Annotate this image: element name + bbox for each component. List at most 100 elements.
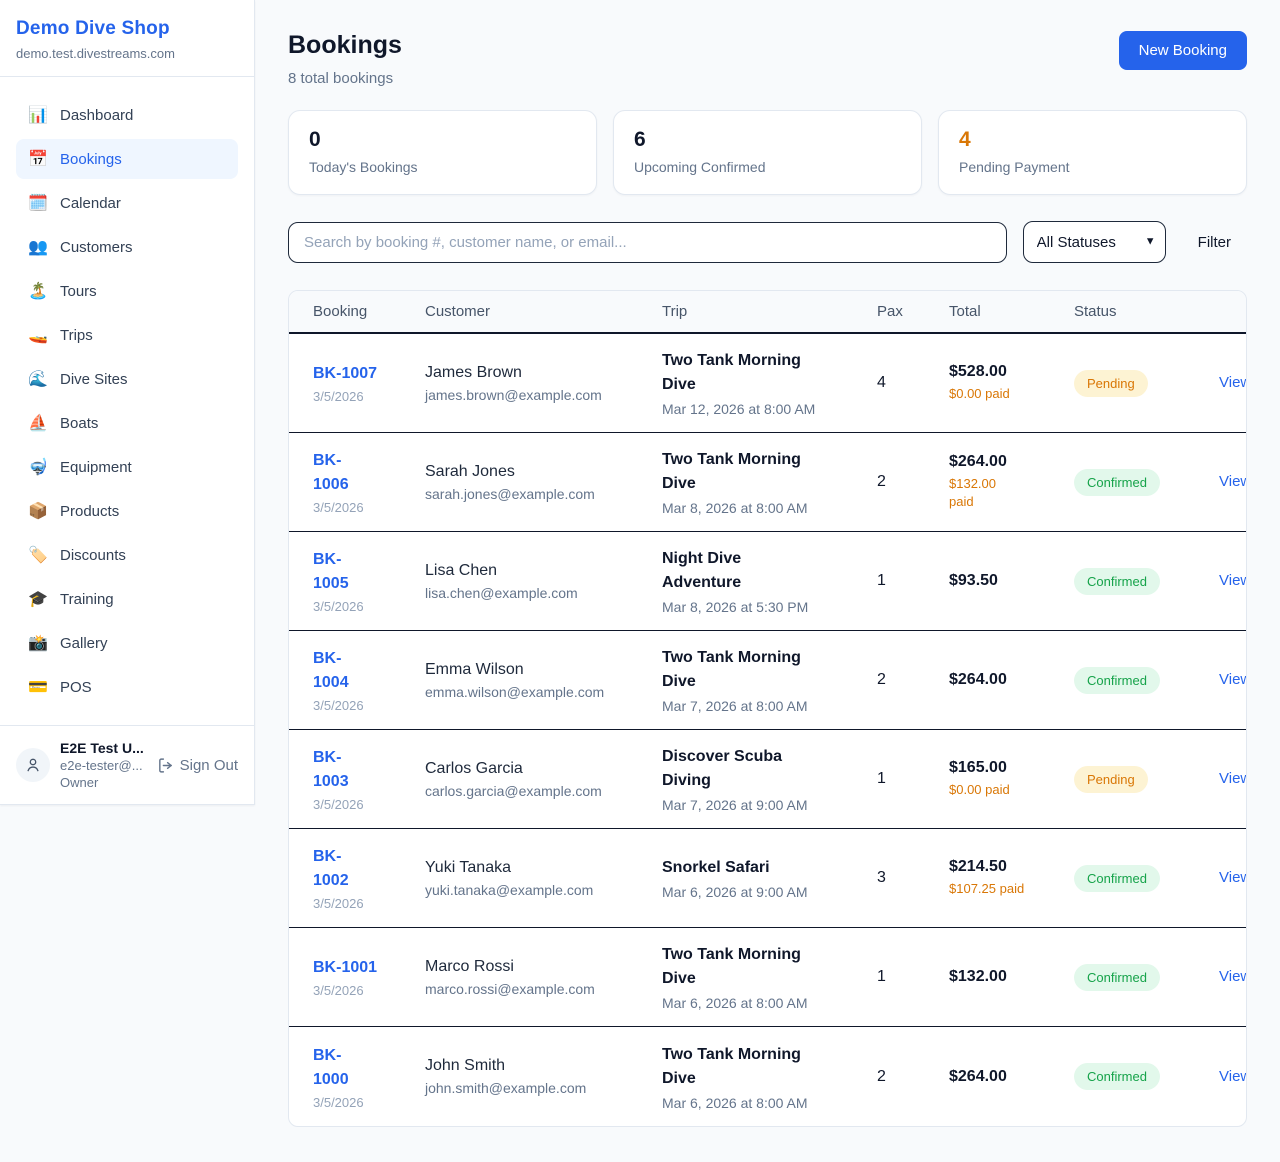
sidebar-item-label: Bookings [60, 151, 122, 168]
trip-cell: Snorkel Safari Mar 6, 2026 at 9:00 AM [662, 856, 877, 900]
booking-number-link[interactable]: BK-1002 [313, 845, 369, 893]
booking-number-link[interactable]: BK-1001 [313, 956, 377, 980]
total-amount: $264.00 [949, 1068, 1074, 1086]
booking-number-link[interactable]: BK-1004 [313, 647, 369, 695]
booking-number-link[interactable]: BK-1006 [313, 449, 369, 497]
total-cell: $165.00 $0.00 paid [949, 759, 1074, 799]
trip-name: Two Tank Morning Dive [662, 349, 824, 397]
total-amount: $93.50 [949, 572, 1074, 590]
view-link[interactable]: View [1195, 968, 1247, 985]
sidebar-item-trips[interactable]: 🚤Trips [16, 315, 238, 355]
search-input[interactable] [288, 222, 1007, 263]
sidebar-item-label: Products [60, 503, 119, 520]
view-link[interactable]: View [1195, 473, 1247, 490]
sidebar-item-tours[interactable]: 🏝️Tours [16, 271, 238, 311]
trip-cell: Two Tank Morning Dive Mar 12, 2026 at 8:… [662, 349, 877, 417]
user-role: Owner [60, 775, 147, 790]
customers-icon: 👥 [28, 237, 48, 257]
actions-cell: View [1195, 770, 1247, 788]
table-row: BK-1006 3/5/2026 Sarah Jones sarah.jones… [289, 433, 1246, 532]
booking-date: 3/5/2026 [313, 797, 425, 812]
customer-email: lisa.chen@example.com [425, 585, 662, 601]
booking-cell: BK-1001 3/5/2026 [313, 956, 425, 998]
status-badge: Confirmed [1074, 667, 1160, 694]
sign-out-label: Sign Out [180, 757, 238, 774]
sidebar-item-dashboard[interactable]: 📊Dashboard [16, 95, 238, 135]
stat-value: 6 [634, 128, 901, 152]
dashboard-icon: 📊 [28, 105, 48, 125]
customer-cell: Yuki Tanaka yuki.tanaka@example.com [425, 859, 662, 898]
trip-cell: Two Tank Morning Dive Mar 6, 2026 at 8:0… [662, 1043, 877, 1111]
status-badge: Pending [1074, 370, 1148, 397]
sign-out-button[interactable]: Sign Out [157, 757, 238, 774]
status-cell: Pending [1074, 370, 1195, 397]
trip-datetime: Mar 7, 2026 at 9:00 AM [662, 797, 877, 813]
view-link[interactable]: View [1195, 1068, 1247, 1085]
sidebar-item-discounts[interactable]: 🏷️Discounts [16, 535, 238, 575]
booking-number-link[interactable]: BK-1007 [313, 362, 377, 386]
view-link[interactable]: View [1195, 572, 1247, 589]
customer-name: Yuki Tanaka [425, 859, 662, 877]
booking-number-link[interactable]: BK-1005 [313, 548, 369, 596]
sidebar-item-bookings[interactable]: 📅Bookings [16, 139, 238, 179]
customer-name: Sarah Jones [425, 463, 662, 481]
sidebar-item-training[interactable]: 🎓Training [16, 579, 238, 619]
status-cell: Confirmed [1074, 568, 1195, 595]
table-row: BK-1003 3/5/2026 Carlos Garcia carlos.ga… [289, 730, 1246, 829]
actions-cell: View [1195, 1068, 1247, 1086]
booking-number-link[interactable]: BK-1003 [313, 746, 369, 794]
paid-amount: $107.25 paid [949, 880, 1045, 898]
stat-label: Pending Payment [959, 159, 1226, 175]
sidebar-item-equipment[interactable]: 🤿Equipment [16, 447, 238, 487]
total-cell: $214.50 $107.25 paid [949, 858, 1074, 898]
sidebar-header: Demo Dive Shop demo.test.divestreams.com [0, 0, 254, 77]
sidebar-item-dive-sites[interactable]: 🌊Dive Sites [16, 359, 238, 399]
total-cell: $528.00 $0.00 paid [949, 363, 1074, 403]
col-header-booking: Booking [313, 303, 425, 320]
view-link[interactable]: View [1195, 671, 1247, 688]
trip-name: Two Tank Morning Dive [662, 943, 824, 991]
speedboat-icon: 🚤 [28, 325, 48, 345]
view-link[interactable]: View [1195, 374, 1247, 391]
status-cell: Confirmed [1074, 865, 1195, 892]
booking-number-link[interactable]: BK-1000 [313, 1044, 369, 1092]
stat-label: Upcoming Confirmed [634, 159, 901, 175]
sidebar-item-gallery[interactable]: 📸Gallery [16, 623, 238, 663]
sidebar-item-products[interactable]: 📦Products [16, 491, 238, 531]
customer-cell: Lisa Chen lisa.chen@example.com [425, 562, 662, 601]
filter-button[interactable]: Filter [1198, 234, 1231, 251]
page-header: Bookings 8 total bookings New Booking [288, 31, 1247, 87]
sidebar-item-calendar[interactable]: 🗓️Calendar [16, 183, 238, 223]
booking-date: 3/5/2026 [313, 698, 425, 713]
bookings-count: 8 total bookings [288, 70, 402, 87]
status-badge: Confirmed [1074, 469, 1160, 496]
customer-name: Carlos Garcia [425, 760, 662, 778]
customer-email: yuki.tanaka@example.com [425, 882, 662, 898]
sidebar-item-boats[interactable]: ⛵Boats [16, 403, 238, 443]
person-icon [24, 756, 42, 774]
sidebar-item-pos[interactable]: 💳POS [16, 667, 238, 707]
pax-count: 3 [877, 869, 949, 887]
status-cell: Confirmed [1074, 964, 1195, 991]
view-link[interactable]: View [1195, 869, 1247, 886]
pax-count: 1 [877, 968, 949, 986]
status-filter-select[interactable]: All Statuses [1023, 221, 1166, 263]
sidebar-item-customers[interactable]: 👥Customers [16, 227, 238, 267]
trip-datetime: Mar 6, 2026 at 8:00 AM [662, 1095, 877, 1111]
new-booking-button[interactable]: New Booking [1119, 31, 1247, 70]
sidebar-item-label: POS [60, 679, 92, 696]
status-filter-wrap: All Statuses ▼ [1023, 221, 1166, 263]
graduation-cap-icon: 🎓 [28, 589, 48, 609]
table-row: BK-1000 3/5/2026 John Smith john.smith@e… [289, 1027, 1246, 1126]
view-link[interactable]: View [1195, 770, 1247, 787]
stats-cards: 0 Today's Bookings 6 Upcoming Confirmed … [288, 110, 1247, 195]
sidebar-item-label: Tours [60, 283, 97, 300]
trip-name: Night Dive Adventure [662, 547, 824, 595]
booking-date: 3/5/2026 [313, 599, 425, 614]
trip-name: Two Tank Morning Dive [662, 646, 824, 694]
total-amount: $132.00 [949, 968, 1074, 986]
paid-amount: $0.00 paid [949, 781, 1045, 799]
sidebar-item-label: Gallery [60, 635, 108, 652]
actions-cell: View [1195, 671, 1247, 689]
table-row: BK-1004 3/5/2026 Emma Wilson emma.wilson… [289, 631, 1246, 730]
